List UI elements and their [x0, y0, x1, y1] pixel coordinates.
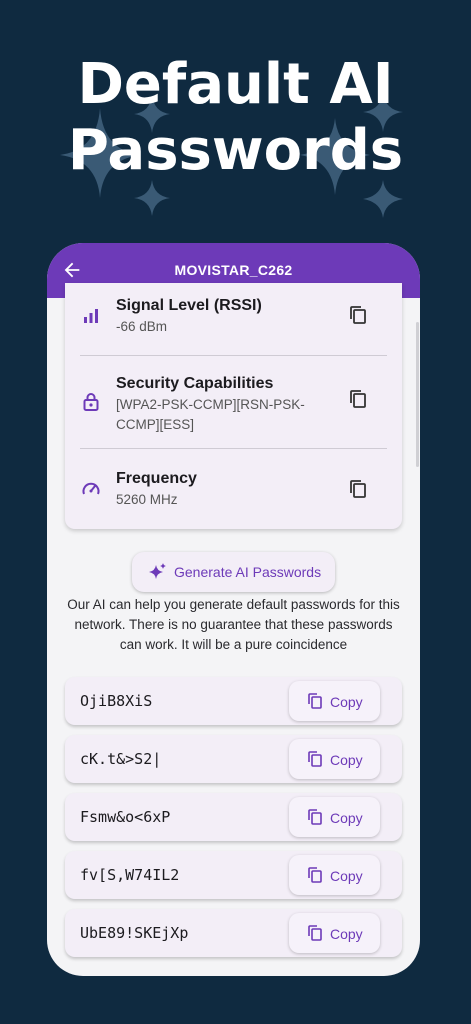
copy-label: Copy — [330, 694, 363, 710]
copy-label: Copy — [330, 752, 363, 768]
copy-icon[interactable] — [349, 479, 367, 499]
password-card: UbE89!SKEjXp Copy — [65, 909, 402, 957]
divider — [80, 355, 387, 356]
password-card: cK.t&>S2| Copy — [65, 735, 402, 783]
password-value: OjiB8XiS — [80, 692, 153, 710]
generate-passwords-button[interactable]: Generate AI Passwords — [132, 552, 335, 592]
copy-icon — [308, 693, 322, 709]
sparkle-icon — [363, 180, 403, 218]
scrollbar[interactable] — [416, 322, 419, 467]
info-value: [WPA2-PSK-CCMP][RSN-PSK-CCMP][ESS] — [116, 397, 305, 432]
copy-icon — [308, 751, 322, 767]
password-value: cK.t&>S2| — [80, 750, 162, 768]
info-value: -66 dBm — [116, 319, 168, 334]
sparkle-icon — [149, 563, 166, 579]
copy-icon — [308, 925, 322, 941]
password-card: OjiB8XiS Copy — [65, 677, 402, 725]
info-label: Frequency — [116, 470, 197, 487]
info-label: Security Capabilities — [116, 375, 274, 392]
signal-icon — [84, 309, 98, 323]
copy-button[interactable]: Copy — [289, 739, 380, 779]
copy-button[interactable]: Copy — [289, 797, 380, 837]
headline-line-1: Default AI — [77, 52, 394, 117]
headline-line-2: Passwords — [67, 118, 404, 183]
copy-label: Copy — [330, 868, 363, 884]
password-card: Fsmw&o<6xP Copy — [65, 793, 402, 841]
copy-label: Copy — [330, 926, 363, 942]
copy-button[interactable]: Copy — [289, 913, 380, 953]
password-card: fv[S,W74IL2 Copy — [65, 851, 402, 899]
network-info-card: Signal Level (RSSI) -66 dBm Security Cap… — [65, 283, 402, 529]
speedometer-icon — [82, 482, 100, 495]
copy-button[interactable]: Copy — [289, 681, 380, 721]
copy-icon — [308, 867, 322, 883]
password-value: Fsmw&o<6xP — [80, 808, 171, 826]
copy-button[interactable]: Copy — [289, 855, 380, 895]
copy-icon — [308, 809, 322, 825]
password-value: UbE89!SKEjXp — [80, 924, 189, 942]
info-value: 5260 MHz — [116, 492, 178, 507]
sparkle-icon — [134, 180, 170, 216]
copy-icon[interactable] — [349, 305, 367, 325]
copy-icon[interactable] — [349, 389, 367, 409]
page-title: MOVISTAR_C262 — [174, 262, 293, 278]
phone-frame: MOVISTAR_C262 Signal Level (RSSI) -66 dB… — [47, 243, 420, 976]
password-value: fv[S,W74IL2 — [80, 866, 180, 884]
disclaimer-text: Our AI can help you generate default pas… — [67, 597, 400, 652]
divider — [80, 448, 387, 449]
lock-icon — [83, 393, 99, 411]
copy-label: Copy — [330, 810, 363, 826]
generate-button-label: Generate AI Passwords — [174, 564, 322, 580]
headline: Default AI Passwords — [0, 52, 471, 184]
info-label: Signal Level (RSSI) — [116, 297, 262, 314]
